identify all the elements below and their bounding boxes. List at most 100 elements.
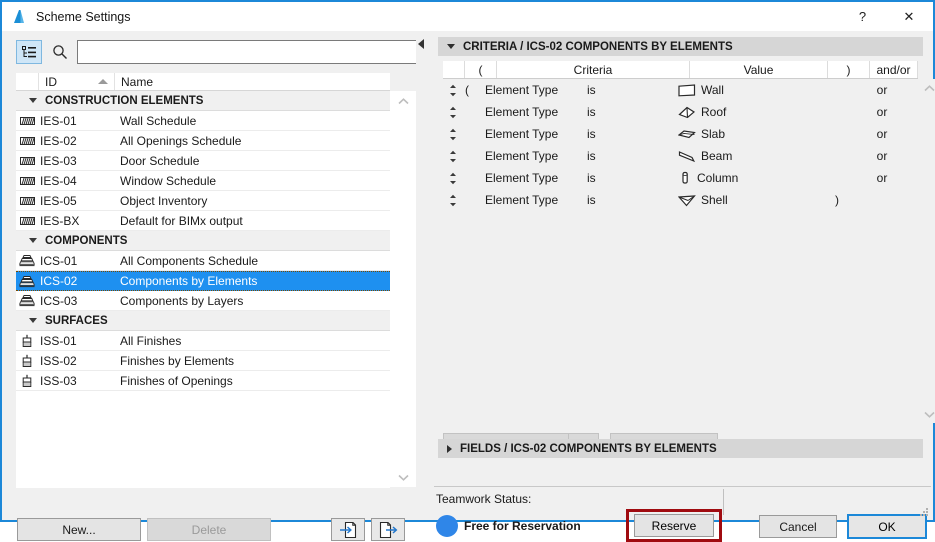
criteria-row[interactable]: Element TypeisColumn or — [443, 167, 918, 189]
criteria-scrollbar[interactable] — [918, 79, 935, 423]
list-item-name: Window Schedule — [114, 174, 390, 188]
resize-grip[interactable] — [919, 507, 929, 517]
list-item-id: IES-02 — [38, 134, 114, 148]
list-item-id: IES-05 — [38, 194, 114, 208]
criteria-andor[interactable]: or — [858, 171, 906, 185]
criteria-value[interactable]: Column — [678, 171, 816, 185]
scheme-list[interactable]: CONSTRUCTION ELEMENTSIES-01Wall Schedule… — [16, 91, 390, 488]
drag-handle-icon[interactable] — [443, 172, 465, 185]
scheme-group-header[interactable]: SURFACES — [16, 311, 390, 331]
criteria-andor[interactable]: or — [858, 149, 906, 163]
help-button[interactable]: ? — [840, 2, 885, 31]
criteria-section-header[interactable]: CRITERIA / ICS-02 COMPONENTS BY ELEMENTS — [438, 37, 923, 56]
components-icon — [16, 275, 38, 288]
drag-handle-icon[interactable] — [443, 150, 465, 163]
criteria-value-label: Roof — [701, 105, 726, 119]
close-icon[interactable]: ✕ — [885, 2, 933, 31]
scheme-list-scrollbar[interactable] — [390, 91, 416, 487]
list-item[interactable]: IES-BXDefault for BIMx output — [16, 211, 390, 231]
surfaces-brush-icon — [16, 354, 38, 368]
list-item[interactable]: ICS-03Components by Layers — [16, 291, 390, 311]
criteria-value[interactable]: Shell — [678, 193, 816, 207]
criteria-col-value[interactable]: Value — [690, 61, 828, 78]
criteria-field[interactable]: Element Type — [477, 83, 577, 97]
list-item[interactable]: IES-04Window Schedule — [16, 171, 390, 191]
criteria-field[interactable]: Element Type — [477, 193, 577, 207]
list-item-name: All Openings Schedule — [114, 134, 390, 148]
drag-handle-icon[interactable] — [443, 84, 465, 97]
criteria-scroll-down-icon[interactable] — [921, 407, 935, 421]
criteria-col-andor[interactable]: and/or — [870, 61, 918, 78]
criteria-row[interactable]: Element TypeisBeam or — [443, 145, 918, 167]
list-item[interactable]: ICS-01All Components Schedule — [16, 251, 390, 271]
criteria-operator[interactable]: is — [577, 171, 678, 185]
criteria-field[interactable]: Element Type — [477, 105, 577, 119]
list-item[interactable]: IES-05Object Inventory — [16, 191, 390, 211]
criteria-operator[interactable]: is — [577, 83, 678, 97]
column-header-name[interactable]: Name — [115, 73, 390, 90]
list-item[interactable]: IES-02All Openings Schedule — [16, 131, 390, 151]
drag-handle-icon[interactable] — [443, 128, 465, 141]
criteria-operator[interactable]: is — [577, 127, 678, 141]
fields-section-header[interactable]: FIELDS / ICS-02 COMPONENTS BY ELEMENTS — [438, 439, 923, 458]
drag-handle-icon[interactable] — [443, 106, 465, 119]
export-scheme-icon[interactable] — [371, 518, 405, 541]
criteria-row[interactable]: Element TypeisSlab or — [443, 123, 918, 145]
criteria-value[interactable]: Wall — [678, 83, 816, 97]
criteria-open-paren[interactable]: ( — [465, 83, 477, 97]
criteria-value[interactable]: Slab — [678, 127, 816, 141]
criteria-andor[interactable]: or — [858, 105, 906, 119]
ok-button[interactable]: OK — [847, 514, 927, 539]
cancel-button[interactable]: Cancel — [759, 515, 837, 538]
criteria-value[interactable]: Beam — [678, 149, 816, 163]
column-header-id[interactable]: ID — [39, 73, 115, 90]
criteria-andor[interactable]: or — [858, 127, 906, 141]
list-item-id: ISS-02 — [38, 354, 114, 368]
list-item[interactable]: ISS-02Finishes by Elements — [16, 351, 390, 371]
scheme-group-header[interactable]: CONSTRUCTION ELEMENTS — [16, 91, 390, 111]
list-item[interactable]: IES-03Door Schedule — [16, 151, 390, 171]
search-input[interactable] — [77, 40, 419, 64]
list-item-id: ISS-03 — [38, 374, 114, 388]
schedule-hatch-icon — [16, 196, 38, 206]
criteria-operator[interactable]: is — [577, 149, 678, 163]
criteria-row[interactable]: Element Typeis Roof or — [443, 101, 918, 123]
list-item[interactable]: IES-01Wall Schedule — [16, 111, 390, 131]
criteria-table-body[interactable]: (Element TypeisWallorElement TypeisRoofo… — [443, 79, 918, 423]
schedule-hatch-icon — [16, 156, 38, 166]
criteria-panel: CRITERIA / ICS-02 COMPONENTS BY ELEMENTS… — [432, 31, 933, 520]
criteria-row[interactable]: Element TypeisShell) — [443, 189, 918, 211]
scroll-down-icon[interactable] — [394, 469, 412, 485]
teamwork-status-indicator — [436, 515, 458, 537]
criteria-andor[interactable]: or — [858, 83, 906, 97]
list-item-name: Default for BIMx output — [114, 214, 390, 228]
criteria-col-open-paren[interactable]: ( — [465, 61, 497, 78]
drag-handle-icon[interactable] — [443, 194, 465, 207]
list-item-id: IES-BX — [38, 214, 114, 228]
criteria-col-criteria[interactable]: Criteria — [497, 61, 690, 78]
criteria-close-paren[interactable]: ) — [816, 193, 858, 207]
chevron-right-icon — [447, 445, 452, 453]
reserve-button[interactable]: Reserve — [634, 514, 714, 537]
new-button[interactable]: New... — [17, 518, 141, 541]
list-item[interactable]: ICS-02Components by Elements — [16, 271, 390, 291]
criteria-operator[interactable]: is — [577, 193, 678, 207]
import-scheme-icon[interactable] — [331, 518, 365, 541]
criteria-value[interactable]: Roof — [678, 105, 816, 119]
delete-button[interactable]: Delete — [147, 518, 271, 541]
list-item[interactable]: ISS-03Finishes of Openings — [16, 371, 390, 391]
list-item[interactable]: ISS-01All Finishes — [16, 331, 390, 351]
criteria-field[interactable]: Element Type — [477, 127, 577, 141]
list-item-id: ICS-01 — [38, 254, 114, 268]
tree-view-toggle-icon[interactable] — [16, 40, 42, 64]
column-header-id-label: ID — [45, 75, 57, 89]
criteria-row[interactable]: (Element TypeisWall or — [443, 79, 918, 101]
criteria-scroll-up-icon[interactable] — [921, 81, 935, 95]
criteria-operator[interactable]: is — [577, 105, 678, 119]
scroll-up-icon[interactable] — [394, 93, 412, 109]
scheme-group-header[interactable]: COMPONENTS — [16, 231, 390, 251]
criteria-col-close-paren[interactable]: ) — [828, 61, 870, 78]
criteria-field[interactable]: Element Type — [477, 171, 577, 185]
criteria-field[interactable]: Element Type — [477, 149, 577, 163]
collapse-left-pane-icon[interactable] — [418, 39, 424, 49]
